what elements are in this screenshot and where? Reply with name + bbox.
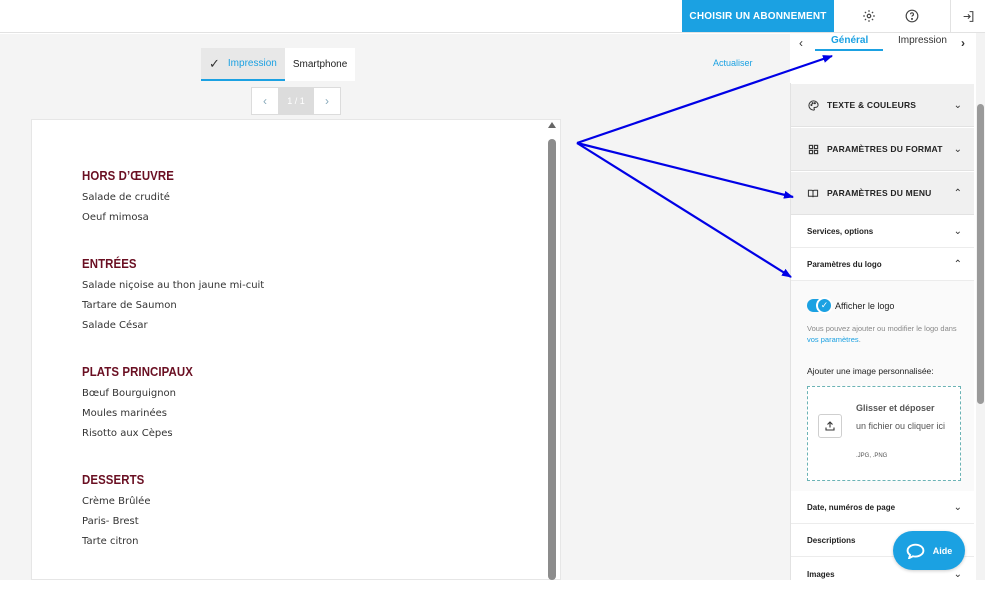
palette-icon bbox=[807, 99, 819, 111]
subsection-label: Images bbox=[807, 569, 835, 579]
sidebar-tabs bbox=[790, 33, 975, 83]
help-label: Aide bbox=[932, 545, 953, 556]
sidebar-scrollbar-thumb[interactable] bbox=[977, 104, 984, 404]
menu-preview-page bbox=[31, 119, 561, 580]
menu-item: Crème Brûlée bbox=[82, 496, 151, 507]
check-icon: ✓ bbox=[816, 297, 833, 314]
help-button[interactable]: Aide bbox=[893, 531, 965, 570]
check-icon: ✓ bbox=[209, 55, 220, 71]
settings-link[interactable]: vos paramètres bbox=[807, 335, 859, 344]
hint-text: Vous pouvez ajouter ou modifier le logo … bbox=[807, 324, 957, 333]
show-logo-toggle[interactable]: ✓ bbox=[807, 297, 833, 314]
menu-item: Salade de crudité bbox=[82, 192, 170, 203]
menu-item: Salade niçoise au thon jaune mi-cuit bbox=[82, 280, 265, 291]
menu-item: Moules marinées bbox=[82, 408, 168, 419]
view-tabs: ✓ Impression Smartphone bbox=[201, 48, 356, 82]
active-tab-indicator bbox=[815, 49, 883, 51]
subsection-label: Date, numéros de page bbox=[807, 503, 896, 512]
chevron-up-icon: ⌃ bbox=[953, 259, 962, 270]
tab-smartphone[interactable]: Smartphone bbox=[284, 48, 356, 81]
logout-icon[interactable] bbox=[956, 4, 980, 28]
dropzone-formats: .JPG, .PNG bbox=[856, 453, 888, 459]
menu-item: Tartare de Saumon bbox=[82, 300, 177, 311]
menu-section-title: ENTRÉES bbox=[82, 256, 137, 271]
divider bbox=[950, 0, 951, 32]
menu-item: Risotto aux Cèpes bbox=[82, 428, 173, 439]
top-bar bbox=[0, 0, 985, 33]
upload-icon[interactable] bbox=[818, 414, 842, 438]
chevron-down-icon: ⌄ bbox=[953, 143, 962, 155]
menu-item: Tarte citron bbox=[82, 536, 139, 547]
menu-item: Paris- Brest bbox=[82, 516, 139, 527]
subscribe-button[interactable]: CHOISIR UN ABONNEMENT bbox=[682, 0, 834, 32]
tab-label: Impression bbox=[227, 58, 277, 69]
layout-grid-icon bbox=[807, 143, 819, 155]
pager: ‹ 1 / 1 › bbox=[251, 87, 341, 115]
chevron-down-icon: ⌄ bbox=[953, 226, 962, 237]
chevron-down-icon: ⌄ bbox=[953, 568, 962, 580]
chat-bubble-icon bbox=[906, 543, 925, 559]
prev-page-button[interactable]: ‹ bbox=[251, 87, 279, 115]
chevron-down-icon: ⌄ bbox=[953, 99, 962, 111]
subsection-label: Services, options bbox=[807, 227, 874, 236]
tab-impression[interactable]: ✓ Impression bbox=[201, 48, 285, 81]
chevron-left-icon[interactable]: ‹ bbox=[799, 36, 803, 50]
page-indicator: 1 / 1 bbox=[279, 87, 313, 115]
subsection-services-options[interactable]: Services, options ⌄ bbox=[791, 216, 974, 248]
section-label: PARAMÈTRES DU MENU bbox=[827, 188, 932, 198]
subsection-logo-settings[interactable]: Paramètres du logo ⌃ bbox=[791, 249, 974, 281]
custom-image-label: Ajouter une image personnalisée: bbox=[807, 366, 934, 376]
chevron-down-icon: ⌄ bbox=[953, 502, 962, 513]
hint-end: . bbox=[858, 335, 861, 344]
section-text-colors[interactable]: TEXTE & COULEURS ⌄ bbox=[791, 84, 974, 127]
help-circle-icon[interactable] bbox=[900, 4, 924, 28]
section-menu-settings[interactable]: PARAMÈTRES DU MENU ⌃ bbox=[791, 172, 974, 215]
menu-item: Salade César bbox=[82, 320, 148, 331]
tab-label: Smartphone bbox=[292, 59, 348, 70]
dropzone-subtitle: un fichier ou cliquer ici bbox=[856, 421, 946, 431]
dropzone-title: Glisser et déposer bbox=[856, 403, 935, 413]
section-label: TEXTE & COULEURS bbox=[827, 100, 917, 110]
menu-section-title: DESSERTS bbox=[82, 472, 145, 487]
tab-sidebar-impression[interactable]: Impression bbox=[898, 35, 947, 46]
logo-hint: Vous pouvez ajouter ou modifier le logo … bbox=[807, 323, 963, 345]
book-open-icon bbox=[807, 187, 819, 199]
subsection-label: Paramètres du logo bbox=[807, 260, 882, 269]
section-format-settings[interactable]: PARAMÈTRES DU FORMAT ⌄ bbox=[791, 128, 974, 171]
tab-general[interactable]: Général bbox=[831, 35, 868, 46]
section-label: PARAMÈTRES DU FORMAT bbox=[827, 144, 943, 154]
chevron-up-icon: ⌃ bbox=[953, 187, 962, 199]
scrollbar-thumb[interactable] bbox=[548, 139, 556, 580]
refresh-link[interactable]: Actualiser bbox=[713, 58, 753, 68]
gear-icon[interactable] bbox=[857, 4, 881, 28]
menu-section-title: HORS D’ŒUVRE bbox=[82, 168, 174, 183]
scroll-up-icon[interactable] bbox=[548, 122, 556, 128]
toggle-label: Afficher le logo bbox=[835, 301, 895, 311]
chevron-right-icon[interactable]: › bbox=[961, 36, 965, 50]
next-page-button[interactable]: › bbox=[313, 87, 341, 115]
subsection-date-page-numbers[interactable]: Date, numéros de page ⌄ bbox=[791, 492, 974, 524]
menu-item: Bœuf Bourguignon bbox=[82, 388, 176, 399]
menu-item: Oeuf mimosa bbox=[82, 212, 149, 223]
menu-section-title: PLATS PRINCIPAUX bbox=[82, 364, 193, 379]
